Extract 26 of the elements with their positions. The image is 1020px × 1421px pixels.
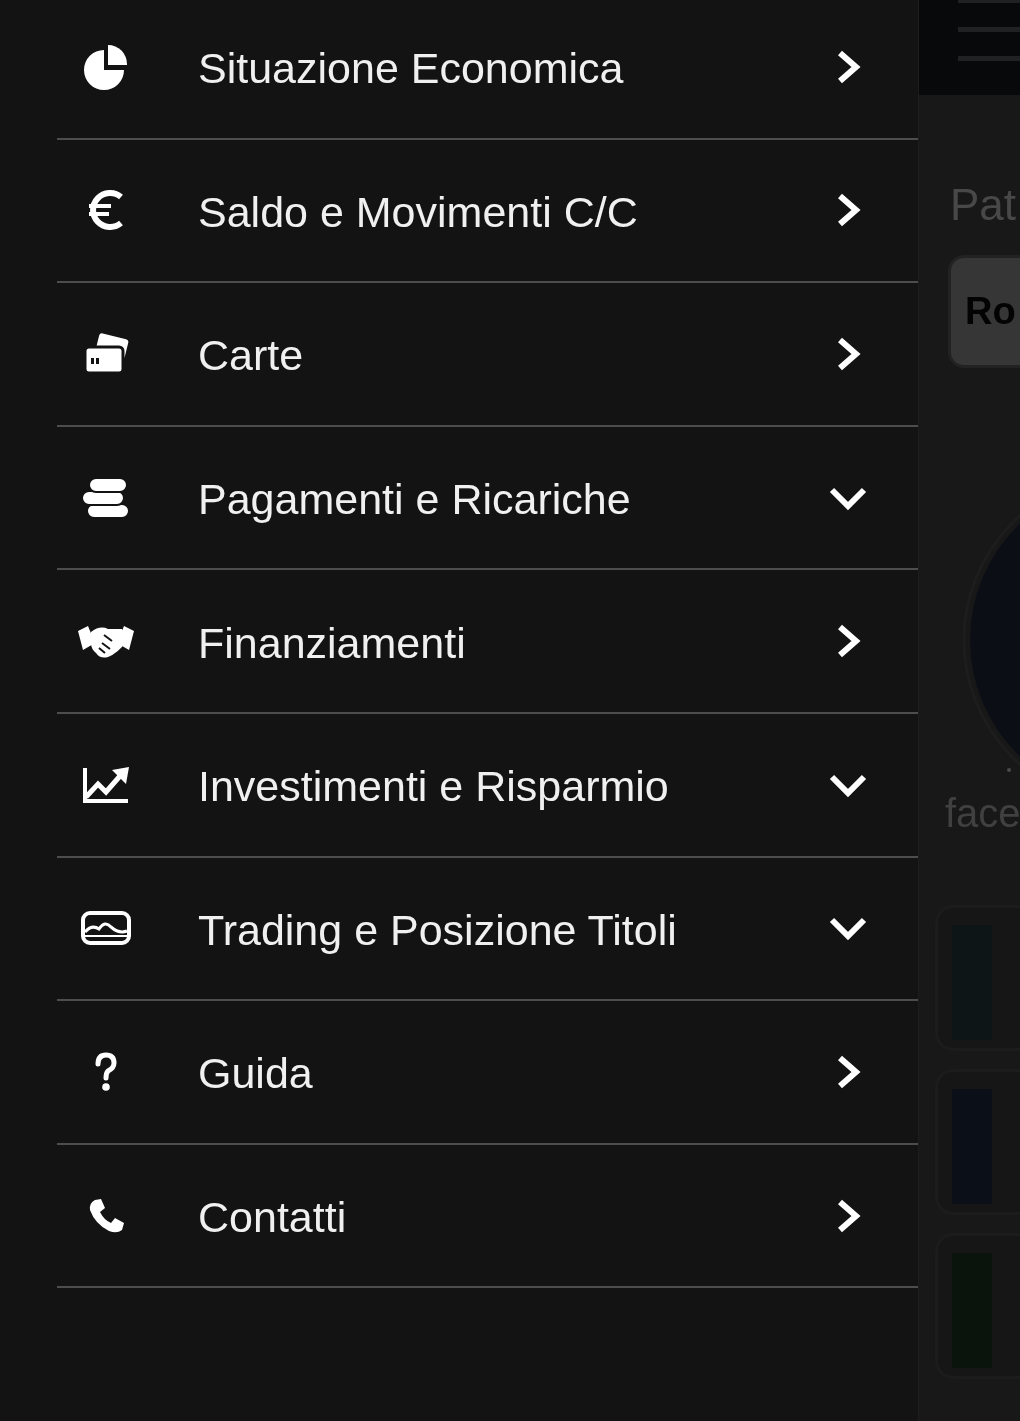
menu-item[interactable]: Guida [57, 1001, 918, 1143]
coins-icon [81, 476, 131, 519]
menu-item[interactable]: Contatti [57, 1144, 918, 1287]
phone-icon [87, 1197, 125, 1234]
menu-item[interactable]: Trading e Posizione Titoli [57, 857, 918, 1000]
chevron-right-icon [835, 1197, 861, 1234]
menu-item[interactable]: Finanziamenti [57, 570, 918, 712]
menu-item[interactable]: Saldo e Movimenti C/C [57, 139, 918, 282]
help-icon [94, 1051, 118, 1092]
pie-chart-icon [84, 43, 128, 90]
menu-item[interactable]: Situazione Economica [57, 0, 918, 138]
trading-screen-icon [80, 910, 132, 947]
chevron-right-icon [835, 48, 861, 85]
chevron-right-icon [835, 1053, 861, 1090]
menu-item[interactable]: Pagamenti e Ricariche [57, 426, 918, 569]
menu-item[interactable]: Carte [57, 283, 918, 425]
menu-item[interactable]: Investimenti e Risparmio [57, 713, 918, 856]
handshake-icon [78, 623, 134, 660]
chevron-down-icon [828, 915, 868, 942]
euro-icon [87, 190, 125, 231]
menu-icon[interactable] [958, 0, 1020, 62]
rising-chart-icon [82, 765, 130, 804]
chevron-right-icon [835, 336, 861, 372]
chevron-right-icon [835, 623, 861, 660]
chevron-right-icon [835, 192, 861, 229]
cards-icon [83, 333, 129, 375]
